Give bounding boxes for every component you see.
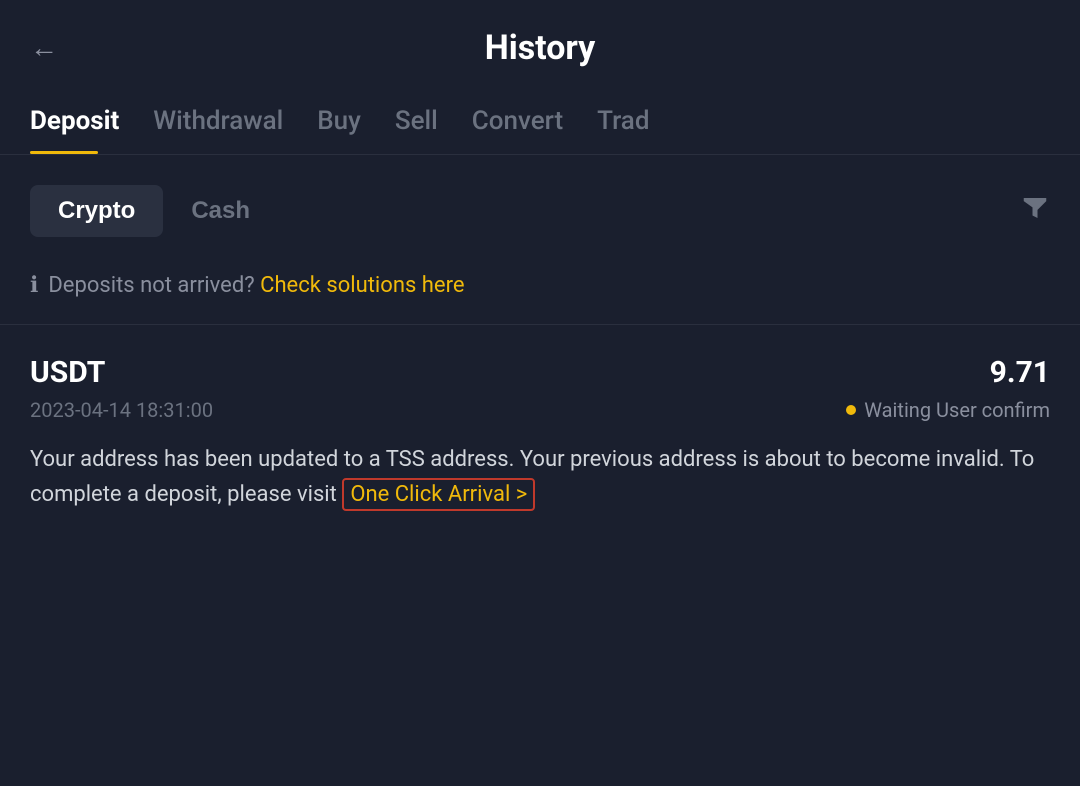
tab-sell[interactable]: Sell xyxy=(395,88,462,154)
tab-withdrawal[interactable]: Withdrawal xyxy=(153,88,307,154)
tab-buy[interactable]: Buy xyxy=(317,88,385,154)
header: ← History xyxy=(0,0,1080,88)
check-solutions-link[interactable]: Check solutions here xyxy=(260,273,464,298)
cash-filter-button[interactable]: Cash xyxy=(163,185,278,237)
tab-trade[interactable]: Trad xyxy=(597,88,673,154)
tab-deposit[interactable]: Deposit xyxy=(30,88,143,154)
notice-text: Deposits not arrived? Check solutions he… xyxy=(48,273,464,298)
filter-section: Crypto Cash xyxy=(0,155,1080,257)
status-text: Waiting User confirm xyxy=(864,398,1050,422)
transaction-currency: USDT xyxy=(30,355,105,390)
transaction-card: USDT 9.71 2023-04-14 18:31:00 Waiting Us… xyxy=(0,324,1080,532)
info-icon: ℹ xyxy=(30,273,38,298)
crypto-filter-button[interactable]: Crypto xyxy=(30,185,163,237)
filter-buttons: Crypto Cash xyxy=(30,185,278,237)
notice-bar: ℹ Deposits not arrived? Check solutions … xyxy=(0,257,1080,314)
transaction-message: Your address has been updated to a TSS a… xyxy=(30,442,1050,512)
page-title: History xyxy=(485,28,596,68)
tab-convert[interactable]: Convert xyxy=(472,88,587,154)
transaction-amount: 9.71 xyxy=(990,355,1050,390)
status-dot-icon xyxy=(846,405,856,415)
transaction-top-row: USDT 9.71 xyxy=(30,355,1050,390)
transaction-date: 2023-04-14 18:31:00 xyxy=(30,398,213,422)
transaction-bottom-row: 2023-04-14 18:31:00 Waiting User confirm xyxy=(30,398,1050,422)
back-icon: ← xyxy=(30,32,58,64)
filter-icon[interactable] xyxy=(1020,193,1050,230)
one-click-arrival-link[interactable]: One Click Arrival > xyxy=(342,478,535,511)
tabs-container: Deposit Withdrawal Buy Sell Convert Trad xyxy=(0,88,1080,155)
back-button[interactable]: ← xyxy=(30,32,58,64)
transaction-status: Waiting User confirm xyxy=(846,398,1050,422)
